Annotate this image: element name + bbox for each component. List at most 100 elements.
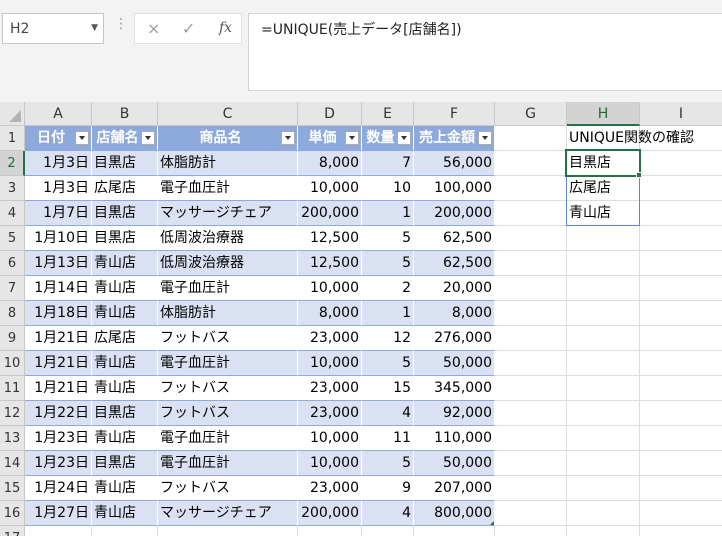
table-cell[interactable]: 207,000 xyxy=(414,476,495,501)
cell-blank[interactable] xyxy=(640,301,722,326)
cell-blank[interactable] xyxy=(640,201,722,226)
table-cell[interactable]: 体脂肪計 xyxy=(158,301,298,326)
table-cell[interactable]: 青山店 xyxy=(92,276,158,301)
row-header-13[interactable]: 13 xyxy=(0,426,25,451)
unique-result-cell[interactable]: 目黒店 xyxy=(567,151,640,176)
table-cell[interactable]: マッサージチェア xyxy=(158,201,298,226)
table-resize-handle[interactable] xyxy=(490,521,494,525)
table-cell[interactable]: 広尾店 xyxy=(92,176,158,201)
table-cell[interactable]: フットバス xyxy=(158,476,298,501)
row-header-15[interactable]: 15 xyxy=(0,476,25,501)
table-cell[interactable]: 青山店 xyxy=(92,501,158,526)
column-header-g[interactable]: G xyxy=(495,102,567,126)
table-cell[interactable]: 1月27日 xyxy=(25,501,92,526)
row-header-12[interactable]: 12 xyxy=(0,401,25,426)
column-header-b[interactable]: B xyxy=(92,102,158,126)
column-header-a[interactable]: A xyxy=(25,102,92,126)
row-header-8[interactable]: 8 xyxy=(0,301,25,326)
filter-dropdown-icon[interactable] xyxy=(281,131,295,145)
table-cell[interactable]: 110,000 xyxy=(414,426,495,451)
name-box[interactable]: H2 ▼ xyxy=(2,13,104,44)
cell-blank[interactable] xyxy=(495,201,567,226)
row-header-7[interactable]: 7 xyxy=(0,276,25,301)
table-cell[interactable]: 電子血圧計 xyxy=(158,451,298,476)
table-cell[interactable]: 56,000 xyxy=(414,151,495,176)
table-cell[interactable]: 23,000 xyxy=(298,326,362,351)
table-cell[interactable]: 5 xyxy=(362,351,414,376)
cell-blank[interactable] xyxy=(640,326,722,351)
column-header-c[interactable]: C xyxy=(158,102,298,126)
cell-blank[interactable] xyxy=(567,426,640,451)
column-header-h[interactable]: H xyxy=(567,102,640,126)
cell-blank[interactable] xyxy=(567,476,640,501)
table-cell[interactable]: 1月3日 xyxy=(25,151,92,176)
cell-blank[interactable] xyxy=(25,526,92,536)
table-cell[interactable]: 50,000 xyxy=(414,351,495,376)
table-cell[interactable]: 20,000 xyxy=(414,276,495,301)
table-cell[interactable]: 青山店 xyxy=(92,376,158,401)
enter-icon[interactable]: ✓ xyxy=(182,19,195,38)
table-cell[interactable]: 12,500 xyxy=(298,251,362,276)
table-cell[interactable]: 目黒店 xyxy=(92,226,158,251)
column-header-f[interactable]: F xyxy=(414,102,495,126)
table-cell[interactable]: 200,000 xyxy=(298,501,362,526)
row-header-16[interactable]: 16 xyxy=(0,501,25,526)
cell-blank[interactable] xyxy=(640,251,722,276)
table-cell[interactable]: 10,000 xyxy=(298,451,362,476)
unique-result-cell[interactable]: 広尾店 xyxy=(567,176,640,201)
cell-blank[interactable] xyxy=(495,301,567,326)
cell-blank[interactable] xyxy=(640,451,722,476)
cell-blank[interactable] xyxy=(567,401,640,426)
cell-blank[interactable] xyxy=(640,476,722,501)
table-header-cell[interactable]: 日付 xyxy=(25,126,92,151)
table-cell[interactable]: 62,500 xyxy=(414,251,495,276)
cell-blank[interactable] xyxy=(495,501,567,526)
table-cell[interactable]: 100,000 xyxy=(414,176,495,201)
table-cell[interactable]: 92,000 xyxy=(414,401,495,426)
row-header-1[interactable]: 1 xyxy=(0,126,25,151)
table-cell[interactable]: 低周波治療器 xyxy=(158,226,298,251)
table-cell[interactable]: 800,000 xyxy=(414,501,495,526)
cell-blank[interactable] xyxy=(495,276,567,301)
filter-dropdown-icon[interactable] xyxy=(478,131,492,145)
table-cell[interactable]: 1月10日 xyxy=(25,226,92,251)
table-cell[interactable]: 10,000 xyxy=(298,351,362,376)
table-cell[interactable]: 1月22日 xyxy=(25,401,92,426)
table-cell[interactable]: 10,000 xyxy=(298,176,362,201)
table-cell[interactable]: 低周波治療器 xyxy=(158,251,298,276)
row-header-17[interactable]: 17 xyxy=(0,526,25,536)
table-cell[interactable]: 電子血圧計 xyxy=(158,426,298,451)
row-header-11[interactable]: 11 xyxy=(0,376,25,401)
cell-blank[interactable] xyxy=(567,301,640,326)
table-cell[interactable]: 8,000 xyxy=(298,301,362,326)
filter-dropdown-icon[interactable] xyxy=(75,131,89,145)
cell-blank[interactable] xyxy=(495,426,567,451)
cell-blank[interactable] xyxy=(495,151,567,176)
table-cell[interactable]: 200,000 xyxy=(298,201,362,226)
cell-blank[interactable] xyxy=(567,351,640,376)
cell-blank[interactable] xyxy=(495,376,567,401)
table-cell[interactable]: 1月24日 xyxy=(25,476,92,501)
table-cell[interactable]: フットバス xyxy=(158,326,298,351)
table-cell[interactable]: 1月7日 xyxy=(25,201,92,226)
table-cell[interactable]: 電子血圧計 xyxy=(158,351,298,376)
table-cell[interactable]: 23,000 xyxy=(298,476,362,501)
cell-blank[interactable] xyxy=(640,526,722,536)
table-cell[interactable]: 1月21日 xyxy=(25,376,92,401)
cell-blank[interactable] xyxy=(640,151,722,176)
row-header-6[interactable]: 6 xyxy=(0,251,25,276)
cell-blank[interactable] xyxy=(495,176,567,201)
table-cell[interactable]: 体脂肪計 xyxy=(158,151,298,176)
cell-blank[interactable] xyxy=(567,226,640,251)
cell-blank[interactable] xyxy=(414,526,495,536)
table-cell[interactable]: 276,000 xyxy=(414,326,495,351)
table-cell[interactable]: 10 xyxy=(362,176,414,201)
column-header-i[interactable]: I xyxy=(640,102,722,126)
table-cell[interactable]: 23,000 xyxy=(298,401,362,426)
cell-blank[interactable] xyxy=(640,351,722,376)
table-cell[interactable]: 目黒店 xyxy=(92,201,158,226)
cell-blank[interactable] xyxy=(567,451,640,476)
cell-blank[interactable] xyxy=(640,426,722,451)
cell-blank[interactable] xyxy=(567,501,640,526)
select-all-button[interactable] xyxy=(0,102,25,126)
